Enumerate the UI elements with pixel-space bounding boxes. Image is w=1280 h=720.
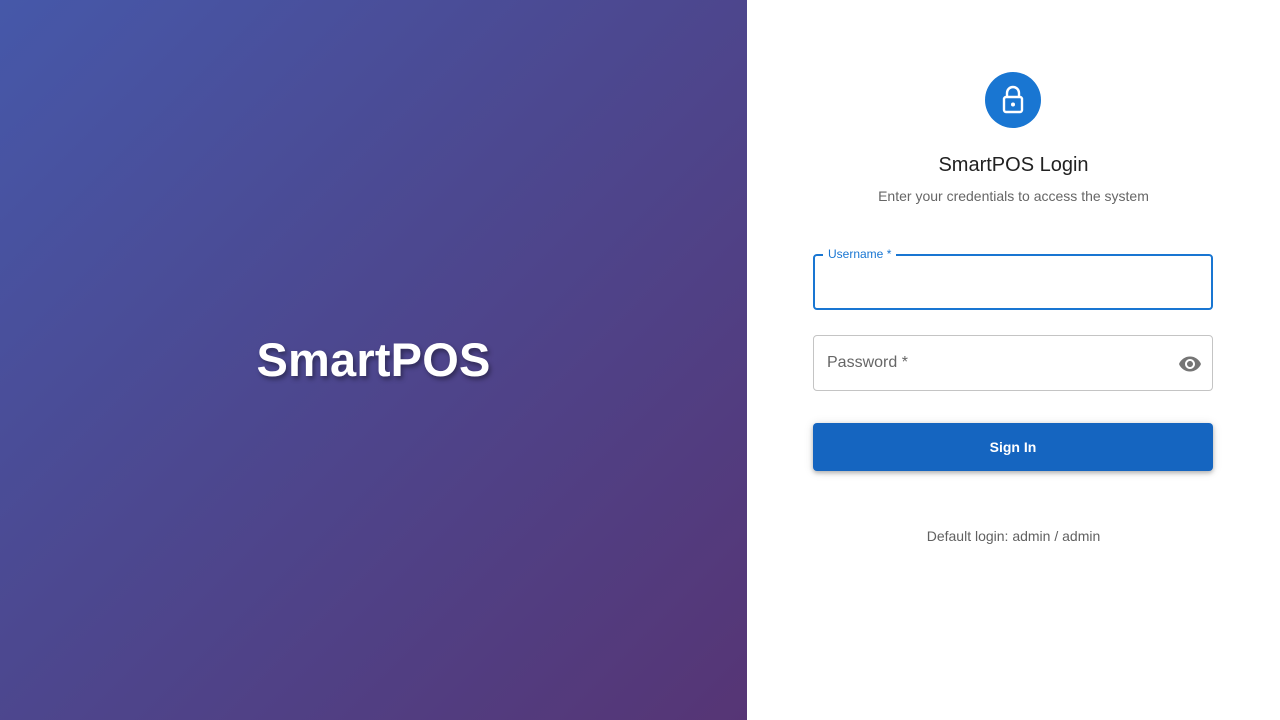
- username-field[interactable]: Username *: [813, 247, 1213, 310]
- password-input[interactable]: [826, 350, 1168, 374]
- username-label: Username *: [823, 247, 897, 261]
- brand-title: SmartPOS: [256, 333, 491, 386]
- password-field[interactable]: Password *: [813, 335, 1213, 391]
- login-panel: SmartPOS Login Enter your credentials to…: [747, 0, 1280, 720]
- login-title: SmartPOS Login: [938, 154, 1089, 176]
- eye-icon[interactable]: [1178, 352, 1202, 376]
- app-root: SmartPOS SmartPOS Login Enter your crede…: [0, 0, 1280, 720]
- lock-icon: [985, 72, 1041, 128]
- login-subtitle: Enter your credentials to access the sys…: [878, 188, 1149, 204]
- brand-hero-panel: SmartPOS: [0, 0, 747, 720]
- sign-in-button[interactable]: Sign In: [813, 423, 1213, 471]
- default-login-hint: Default login: admin / admin: [926, 528, 1101, 544]
- username-input[interactable]: [827, 270, 1167, 294]
